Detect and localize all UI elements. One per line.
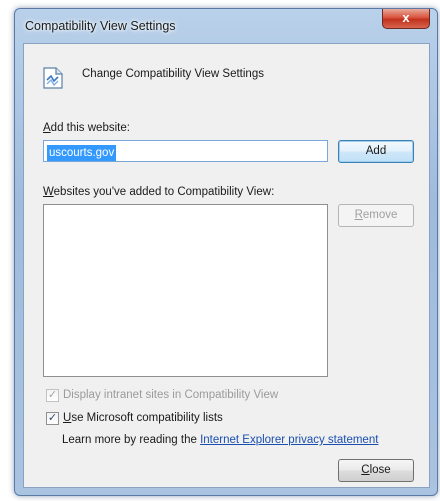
added-websites-label: Websites you've added to Compatibility V… [43, 186, 274, 198]
close-label-text: lose [369, 464, 391, 476]
close-accesskey: C [361, 464, 370, 476]
remove-label-text: emove [362, 209, 398, 221]
remove-button[interactable]: Remove [338, 204, 414, 227]
learn-more-text: Learn more by reading the Internet Explo… [62, 434, 378, 446]
window-title: Compatibility View Settings [25, 19, 176, 33]
ms-lists-checkbox-label: Use Microsoft compatibility lists [63, 412, 223, 424]
intranet-checkbox-label: Display intranet sites in Compatibility … [63, 389, 279, 401]
add-website-input[interactable]: uscourts.gov [43, 140, 328, 162]
privacy-statement-link[interactable]: Internet Explorer privacy statement [200, 434, 378, 446]
ms-lists-label-text: se Microsoft compatibility lists [71, 412, 223, 424]
dialog-body: Change Compatibility View Settings Add t… [23, 43, 430, 488]
remove-accesskey: R [354, 209, 363, 221]
add-button[interactable]: Add [338, 140, 414, 163]
learn-more-prefix: Learn more by reading the [62, 434, 197, 446]
add-website-label: Add this website: [43, 122, 130, 134]
intranet-option-row[interactable]: ✓ Display intranet sites in Compatibilit… [46, 387, 278, 403]
add-website-label-text: dd this website: [50, 122, 130, 134]
add-website-input-value: uscourts.gov [47, 145, 117, 161]
added-websites-list[interactable] [43, 204, 328, 377]
added-websites-label-text: ebsites you've added to Compatibility Vi… [53, 186, 275, 198]
dialog-heading: Change Compatibility View Settings [82, 68, 264, 80]
window-close-button[interactable]: x [382, 9, 430, 29]
ms-lists-option-row[interactable]: ✓ Use Microsoft compatibility lists [46, 410, 223, 426]
compatibility-page-icon [43, 67, 63, 89]
compatibility-view-settings-window: Compatibility View Settings x Change Com… [14, 8, 438, 496]
intranet-checkbox[interactable]: ✓ [46, 388, 59, 402]
added-websites-accesskey: W [43, 186, 54, 198]
ms-lists-checkbox[interactable]: ✓ [46, 411, 59, 425]
add-website-accesskey: A [43, 122, 51, 134]
close-button[interactable]: Close [338, 459, 414, 482]
title-bar[interactable]: Compatibility View Settings x [15, 9, 437, 43]
